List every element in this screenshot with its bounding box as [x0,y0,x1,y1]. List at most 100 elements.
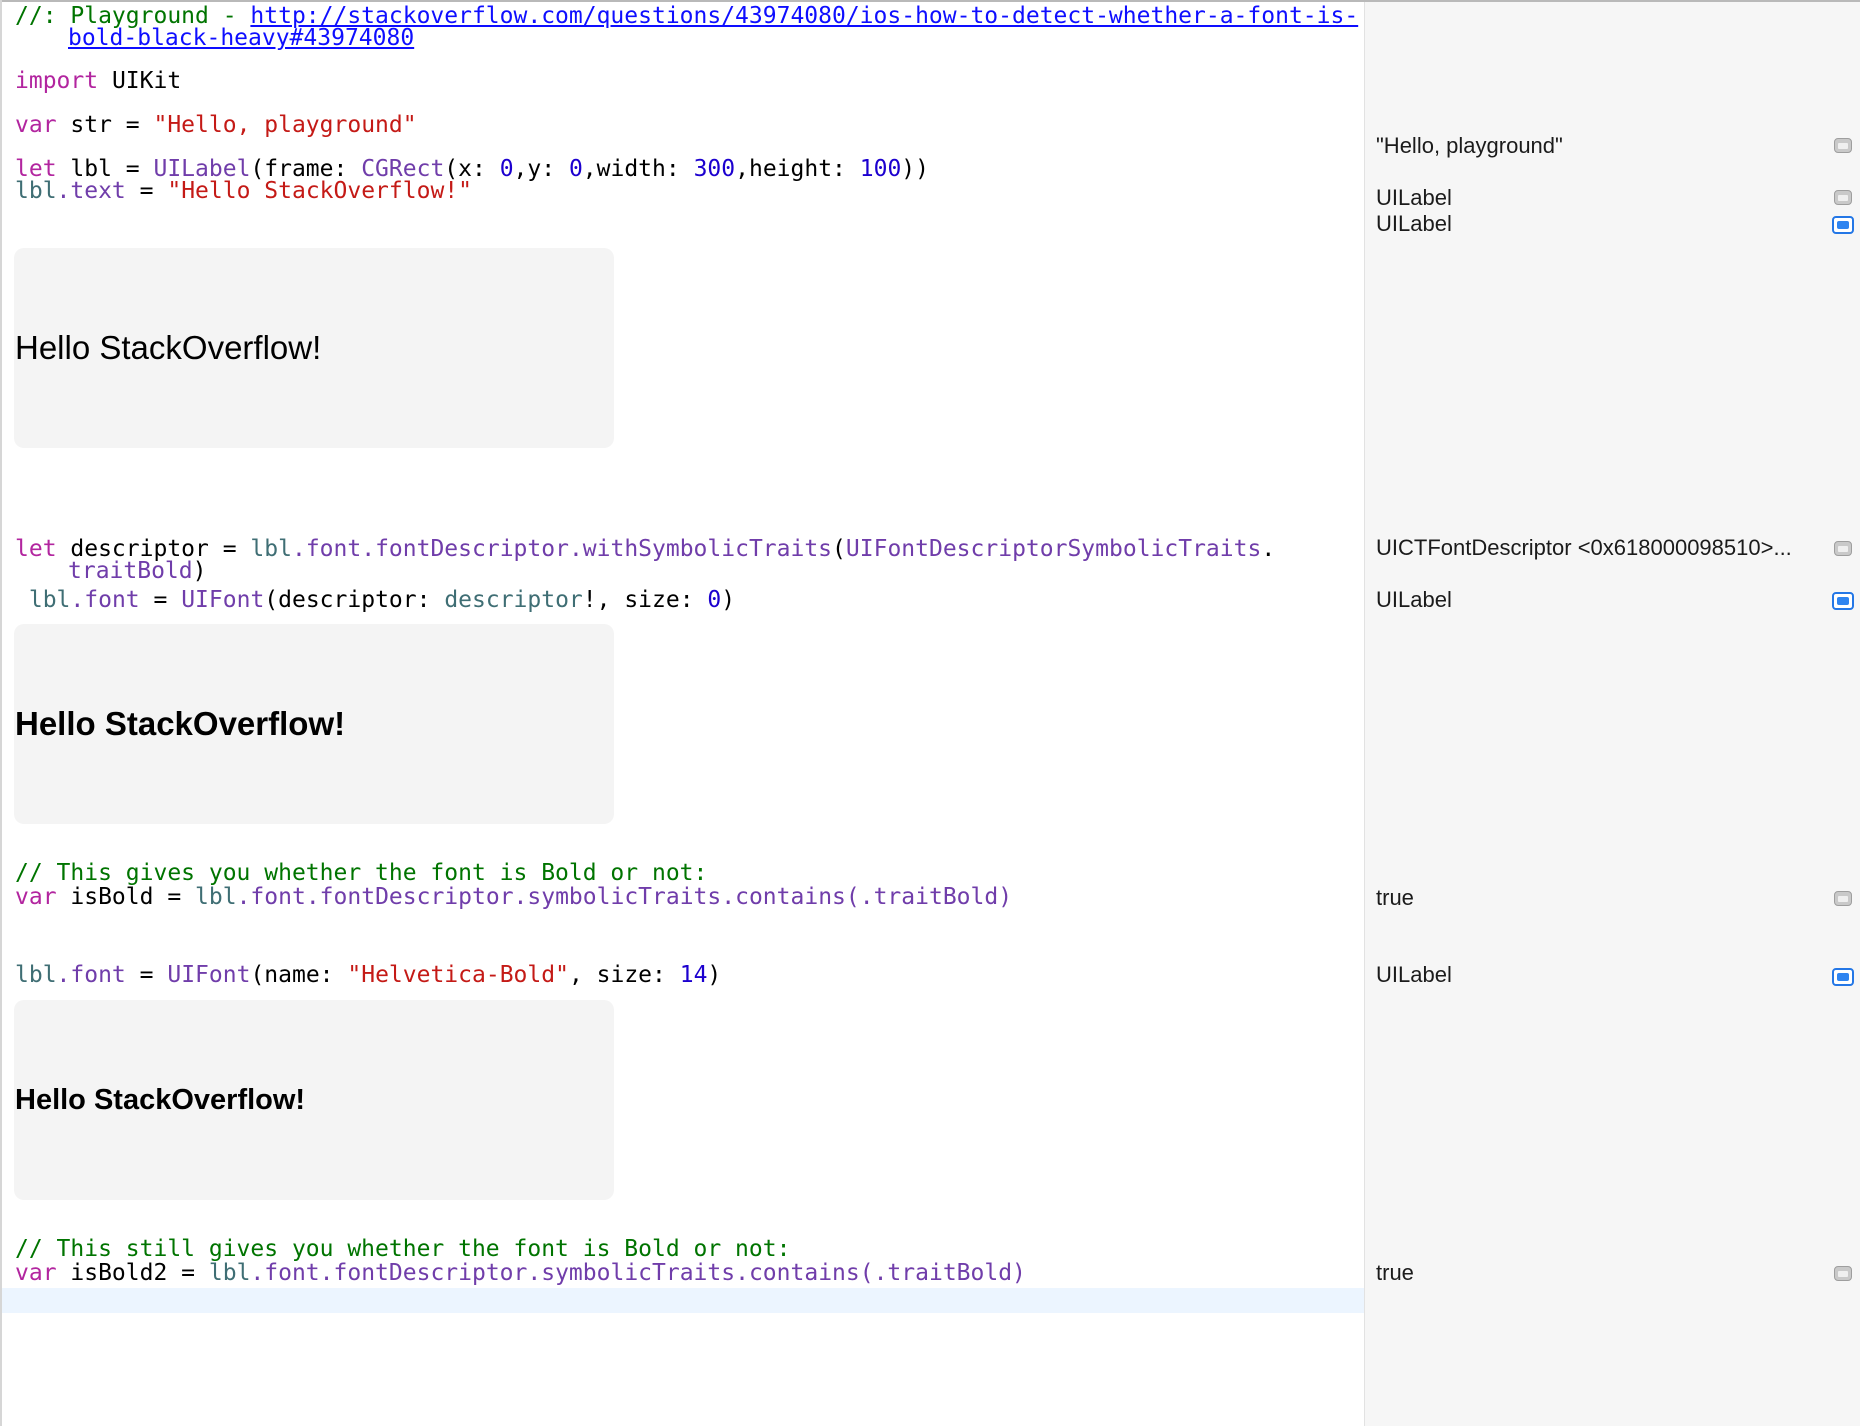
label-preview-helvetica-bold[interactable]: Hello StackOverflow! [14,1000,614,1200]
enum-case: (.traitBold) [859,1260,1026,1286]
argument-label: ,width: [582,156,694,182]
punctuation: ) [707,962,722,988]
argument-label: (name: [250,962,348,988]
property: .symbolicTraits [513,884,722,910]
result-lbl-text: UILabel [1376,211,1452,236]
punctuation: ( [832,536,846,562]
comment-text: // This gives you whether the font is Bo… [15,860,708,886]
current-line-highlight [2,1288,1364,1313]
show-result-icon[interactable] [1832,968,1854,986]
quick-look-icon[interactable] [1834,138,1852,153]
operator: = [125,962,168,988]
code-line-lbl-text: lbl.text = "Hello StackOverflow!" [15,178,472,204]
code-line-lbl-font-descriptor: lbl.font = UIFont(descriptor: descriptor… [15,587,735,613]
result-descriptor: UICTFontDescriptor <0x618000098510>... [1376,535,1792,560]
method: .withSymbolicTraits [568,536,833,562]
comment-text: // This still gives you whether the font… [15,1236,791,1262]
code-line-comment-2: // This still gives you whether the font… [15,1236,790,1262]
code-line-let-descriptor-cont: traitBold) [68,558,206,584]
preview-text: Hello StackOverflow! [15,705,346,742]
property: .font [56,962,126,988]
preview-text: Hello StackOverflow! [15,1083,306,1116]
code-line-lbl-font-name: lbl.font = UIFont(name: "Helvetica-Bold"… [15,962,721,988]
result-str: "Hello, playground" [1376,133,1563,158]
argument-label: ,height: [735,156,860,182]
keyword: var [15,1260,57,1286]
keyword: var [15,884,57,910]
number-literal: 0 [499,156,514,182]
identifier: lbl [195,884,237,910]
quick-look-icon[interactable] [1834,891,1852,906]
identifier: isBold = [56,884,196,910]
property: .text [56,178,126,204]
argument-label: !, size: [582,587,708,613]
question-link-cont[interactable]: bold-black-heavy#43974080 [68,25,414,51]
identifier: lbl [15,178,57,204]
identifier: str = [56,112,154,138]
argument-label: ,y: [513,156,569,182]
identifier: isBold2 = [56,1260,209,1286]
punctuation: )) [901,156,929,182]
result-isbold2: true [1376,1260,1414,1285]
code-line-var-isbold: var isBold = lbl.font.fontDescriptor.sym… [15,884,1012,910]
method: .contains [735,1260,860,1286]
identifier: descriptor [444,587,583,613]
property: .font [236,884,306,910]
punctuation: . [1261,536,1276,562]
number-literal: 300 [693,156,736,182]
left-border [0,0,2,1426]
quick-look-icon[interactable] [1834,1266,1852,1281]
preview-text: Hello StackOverflow! [15,329,322,366]
keyword: import [15,68,99,94]
keyword: var [15,112,57,138]
identifier: lbl [250,536,292,562]
code-line-var-str: var str = "Hello, playground" [15,112,417,138]
argument-label: , size: [568,962,680,988]
string-literal: "Hello StackOverflow!" [167,178,472,204]
property: .fontDescriptor [305,884,514,910]
identifier: lbl [15,962,57,988]
number-literal: 14 [679,962,708,988]
result-lbl-font2: UILabel [1376,962,1452,987]
type-name: UIFontDescriptorSymbolicTraits [845,536,1262,562]
property: .fontDescriptor [319,1260,528,1286]
enum-case: traitBold [68,558,193,584]
string-literal: "Hello, playground" [153,112,417,138]
show-result-icon[interactable] [1832,216,1854,234]
code-line-comment-1: // This gives you whether the font is Bo… [15,860,707,886]
property: .font [250,1260,320,1286]
code-line-import: import UIKit [15,68,181,94]
code-line-header-comment-cont: bold-black-heavy#43974080 [68,25,414,51]
property: .symbolicTraits [527,1260,736,1286]
punctuation: ) [192,558,207,584]
quick-look-icon[interactable] [1834,190,1852,205]
operator: = [139,587,182,613]
operator: = [125,178,168,204]
type-name: UIFont [181,587,265,613]
property: .fontDescriptor [361,536,569,562]
result-lbl-font: UILabel [1376,587,1452,612]
type-name: UIFont [167,962,251,988]
punctuation: ) [721,587,736,613]
label-preview-regular[interactable]: Hello StackOverflow! [14,248,614,448]
string-literal: "Helvetica-Bold" [347,962,569,988]
property: .font [291,536,362,562]
enum-case: (.traitBold) [845,884,1013,910]
keyword: let [15,536,57,562]
label-preview-bold-descriptor[interactable]: Hello StackOverflow! [14,624,614,824]
module-name: UIKit [98,68,182,94]
identifier: lbl [28,587,71,613]
identifier: lbl [208,1260,251,1286]
number-literal: 100 [859,156,902,182]
question-link[interactable]: http://stackoverflow.com/questions/43974… [250,3,1358,29]
code-line-var-isbold2: var isBold2 = lbl.font.fontDescriptor.sy… [15,1260,1026,1286]
result-lbl: UILabel [1376,185,1452,210]
show-result-icon[interactable] [1832,592,1854,610]
method: .contains [721,884,846,910]
quick-look-icon[interactable] [1834,541,1852,556]
number-literal: 0 [568,156,583,182]
number-literal: 0 [707,587,722,613]
property: .font [70,587,140,613]
result-isbold: true [1376,885,1414,910]
